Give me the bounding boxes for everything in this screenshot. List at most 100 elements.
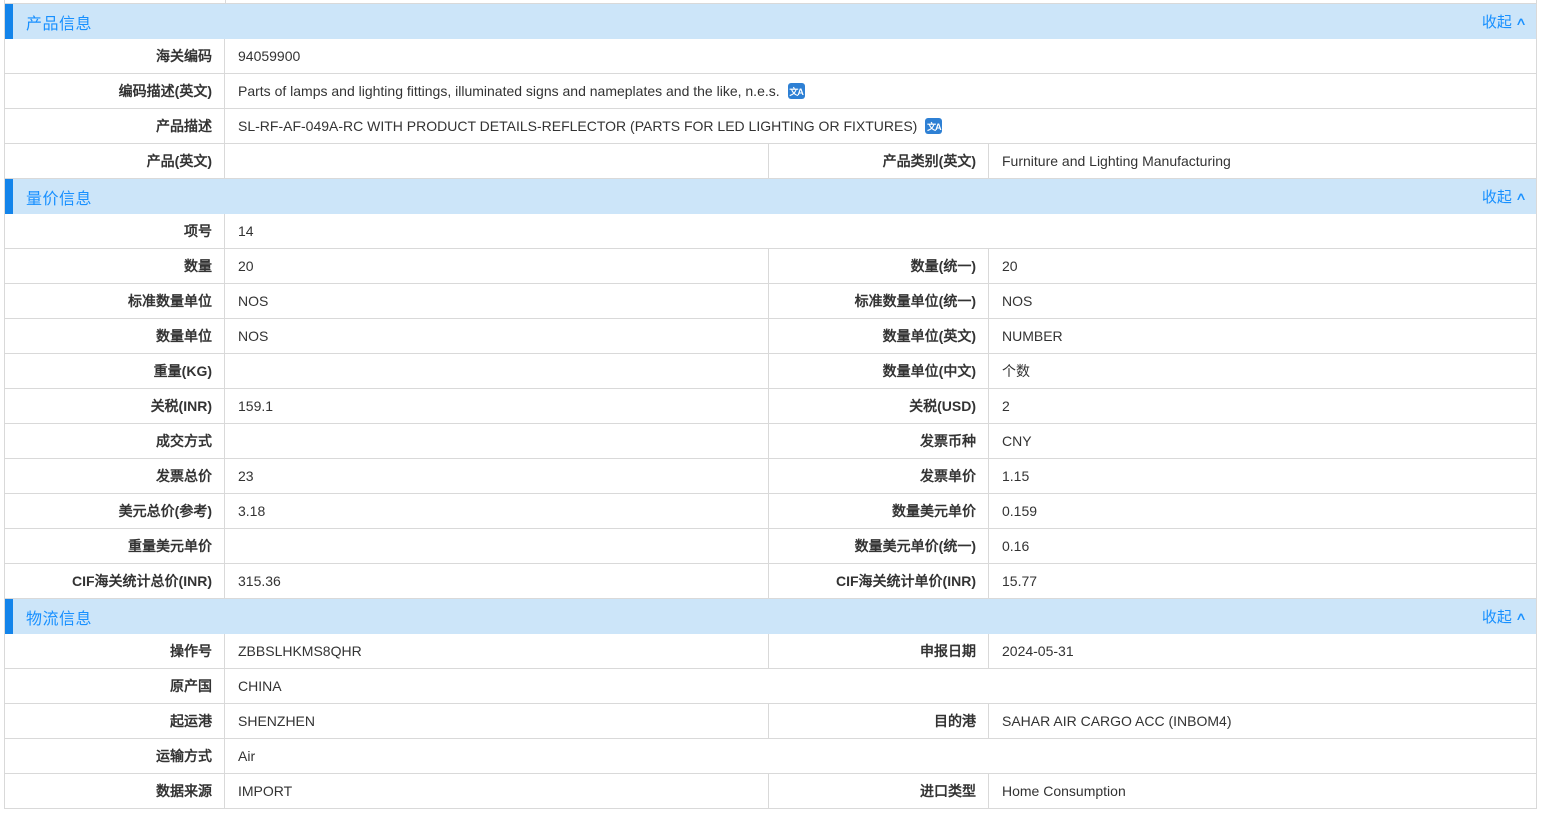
field-value: NUMBER <box>989 319 1536 353</box>
field-label: 美元总价(参考) <box>5 494 225 528</box>
field-value-text: 1.15 <box>1002 468 1029 484</box>
collapse-button[interactable]: 收起∧ <box>1482 179 1525 214</box>
translate-icon[interactable]: 文A <box>788 83 805 99</box>
table-row: CIF海关统计总价(INR)315.36CIF海关统计单价(INR)15.77 <box>5 564 1536 599</box>
field-value: CNY <box>989 424 1536 458</box>
table-row: 数量单位 NOS 数量单位(英文) NUMBER <box>5 319 1536 354</box>
field-value: Air <box>225 739 1536 773</box>
field-value <box>225 424 769 458</box>
field-value: SL-RF-AF-049A-RC WITH PRODUCT DETAILS-RE… <box>225 109 1536 143</box>
field-label: 发票单价 <box>769 459 989 493</box>
field-label: 数量单位 <box>5 319 225 353</box>
table-row: 海关编码 94059900 <box>5 39 1536 74</box>
field-value-text: ZBBSLHKMS8QHR <box>238 643 362 659</box>
field-value <box>225 144 769 178</box>
table-row: 编码描述(英文) Parts of lamps and lighting fitt… <box>5 74 1536 109</box>
section-title: 产品信息 <box>26 10 92 34</box>
field-value-text: NOS <box>238 328 268 344</box>
field-label: 关税(INR) <box>5 389 225 423</box>
table-row: 数据来源IMPORT进口类型Home Consumption <box>5 774 1536 809</box>
field-value-text: 14 <box>238 223 254 239</box>
table-row: 起运港 SHENZHEN 目的港SAHAR AIR CARGO ACC (INBOM… <box>5 704 1536 739</box>
field-value: SAHAR AIR CARGO ACC (INBOM4) <box>989 704 1536 738</box>
field-label: 产品描述 <box>5 109 225 143</box>
field-label: 数量美元单价(统一) <box>769 529 989 563</box>
collapse-label: 收起 <box>1482 11 1512 32</box>
field-label: 数量(统一) <box>769 249 989 283</box>
field-label: 项号 <box>5 214 225 248</box>
field-value: Furniture and Lighting Manufacturing <box>989 144 1536 178</box>
table-row: 美元总价(参考)3.18数量美元单价 0.159 <box>5 494 1536 529</box>
table-row: 发票总价23发票单价1.15 <box>5 459 1536 494</box>
field-value-text: Parts of lamps and lighting fittings, il… <box>238 83 780 99</box>
collapse-label: 收起 <box>1482 606 1512 627</box>
table-row: 运输方式 Air <box>5 739 1536 774</box>
collapse-button[interactable]: 收起∧ <box>1482 599 1525 634</box>
field-value-text: 94059900 <box>238 48 300 64</box>
field-value: 个数 <box>989 354 1536 388</box>
field-value-text: NUMBER <box>1002 328 1063 344</box>
translate-icon[interactable]: 文A <box>925 118 942 134</box>
field-label: 数据来源 <box>5 774 225 808</box>
field-label: 数量单位(中文) <box>769 354 989 388</box>
section-title: 量价信息 <box>26 185 92 209</box>
field-value: NOS <box>225 284 769 318</box>
field-value-text: SL-RF-AF-049A-RC WITH PRODUCT DETAILS-RE… <box>238 118 917 134</box>
field-label: CIF海关统计总价(INR) <box>5 564 225 598</box>
field-label: 数量单位(英文) <box>769 319 989 353</box>
chevron-up-icon: ∧ <box>1515 610 1527 623</box>
field-label: 数量 <box>5 249 225 283</box>
section-accent-bar <box>5 179 13 214</box>
field-value: IMPORT <box>225 774 769 808</box>
field-label: 标准数量单位(统一) <box>769 284 989 318</box>
field-value: 14 <box>225 214 1536 248</box>
field-value-text: 315.36 <box>238 573 281 589</box>
field-label: 编码描述(英文) <box>5 74 225 108</box>
field-label: 目的港 <box>769 704 989 738</box>
field-value: 3.18 <box>225 494 769 528</box>
field-value-text: 0.16 <box>1002 538 1029 554</box>
field-value-text: CHINA <box>238 678 282 694</box>
field-value-text: Home Consumption <box>1002 783 1126 799</box>
field-value-text: 20 <box>1002 258 1018 274</box>
field-value-text: 159.1 <box>238 398 273 414</box>
field-value-text: Air <box>238 748 255 764</box>
field-value <box>225 354 769 388</box>
table-row: 关税(INR)159.1关税(USD)2 <box>5 389 1536 424</box>
field-label: 重量(KG) <box>5 354 225 388</box>
table-row: 标准数量单位NOS标准数量单位(统一)NOS <box>5 284 1536 319</box>
field-label: 海关编码 <box>5 39 225 73</box>
section-accent-bar <box>5 599 13 634</box>
field-value-text: 2024-05-31 <box>1002 643 1074 659</box>
field-value-text: CNY <box>1002 433 1032 449</box>
table-row: 产品描述 SL-RF-AF-049A-RC WITH PRODUCT DETAIL… <box>5 109 1536 144</box>
field-label: 产品(英文) <box>5 144 225 178</box>
sections-root: 产品信息收起∧海关编码94059900编码描述(英文)Parts of lamp… <box>5 4 1536 809</box>
field-label: 起运港 <box>5 704 225 738</box>
field-label: 关税(USD) <box>769 389 989 423</box>
chevron-up-icon: ∧ <box>1515 190 1527 203</box>
field-label: 重量美元单价 <box>5 529 225 563</box>
field-value-text: 23 <box>238 468 254 484</box>
field-label: 运输方式 <box>5 739 225 773</box>
field-value-text: NOS <box>1002 293 1032 309</box>
field-value: 0.16 <box>989 529 1536 563</box>
field-label: 数量美元单价 <box>769 494 989 528</box>
collapse-button[interactable]: 收起∧ <box>1482 4 1525 39</box>
field-value: 2024-05-31 <box>989 634 1536 668</box>
section-header-logistics-info: 物流信息 收起∧ <box>5 599 1536 634</box>
field-value: Parts of lamps and lighting fittings, il… <box>225 74 1536 108</box>
field-value-text: SHENZHEN <box>238 713 315 729</box>
table-row: 产品(英文)产品类别(英文)Furniture and Lighting Man… <box>5 144 1536 179</box>
field-label: 标准数量单位 <box>5 284 225 318</box>
customs-record-table: 产品信息收起∧海关编码94059900编码描述(英文)Parts of lamp… <box>4 0 1537 809</box>
section-title: 物流信息 <box>26 605 92 629</box>
table-row: 重量(KG) 数量单位(中文)个数 <box>5 354 1536 389</box>
field-value: Home Consumption <box>989 774 1536 808</box>
field-value-text: 0.159 <box>1002 503 1037 519</box>
field-value: 1.15 <box>989 459 1536 493</box>
section-header-product-info: 产品信息 收起∧ <box>5 4 1536 39</box>
field-value: 23 <box>225 459 769 493</box>
collapse-label: 收起 <box>1482 186 1512 207</box>
field-value: 20 <box>989 249 1536 283</box>
